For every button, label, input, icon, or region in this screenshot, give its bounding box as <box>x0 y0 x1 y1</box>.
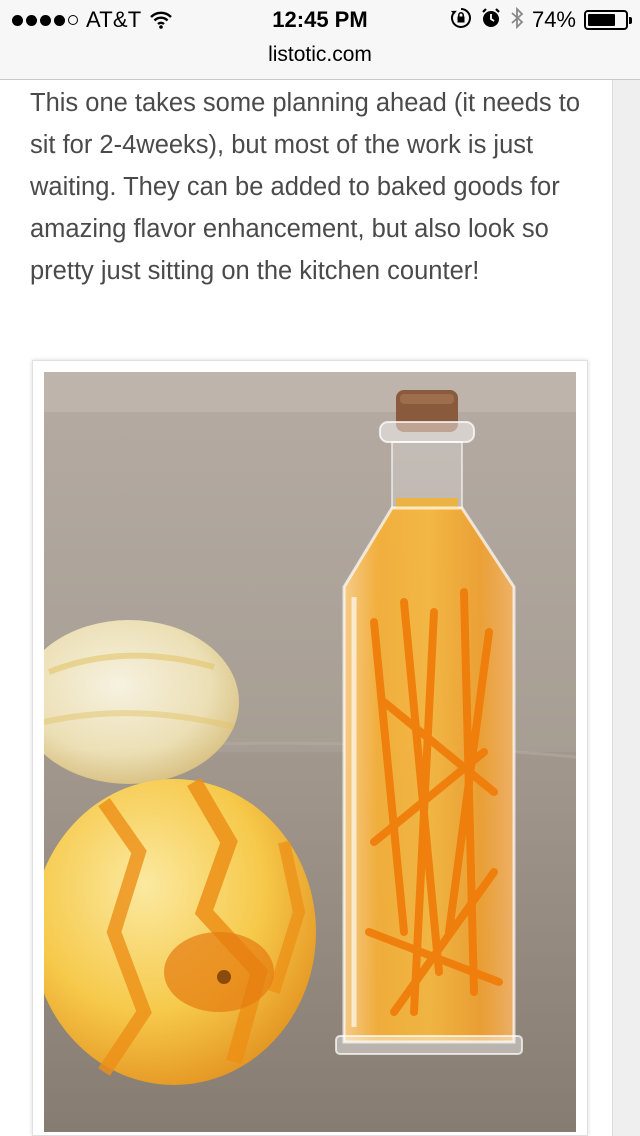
web-page: This one takes some planning ahead (it n… <box>0 80 613 1136</box>
page-gutter <box>613 80 640 1136</box>
alarm-icon <box>480 7 502 34</box>
url-text[interactable]: listotic.com <box>268 43 372 66</box>
status-bar: AT&T 12:45 PM 74% <box>0 0 640 40</box>
article-paragraph: This one takes some planning ahead (it n… <box>30 89 581 285</box>
article-image-frame <box>32 360 588 1136</box>
battery-percent: 74% <box>531 7 576 32</box>
orange-peel-vinegar-photo[interactable] <box>44 372 576 1132</box>
address-bar[interactable]: listotic.com <box>0 40 640 80</box>
bluetooth-icon <box>510 6 524 35</box>
photo-illustration <box>44 372 576 1132</box>
battery-icon <box>584 10 632 30</box>
battery-level-fill <box>588 14 615 26</box>
status-right: 74% <box>450 6 632 35</box>
rotation-lock-icon <box>450 7 472 34</box>
